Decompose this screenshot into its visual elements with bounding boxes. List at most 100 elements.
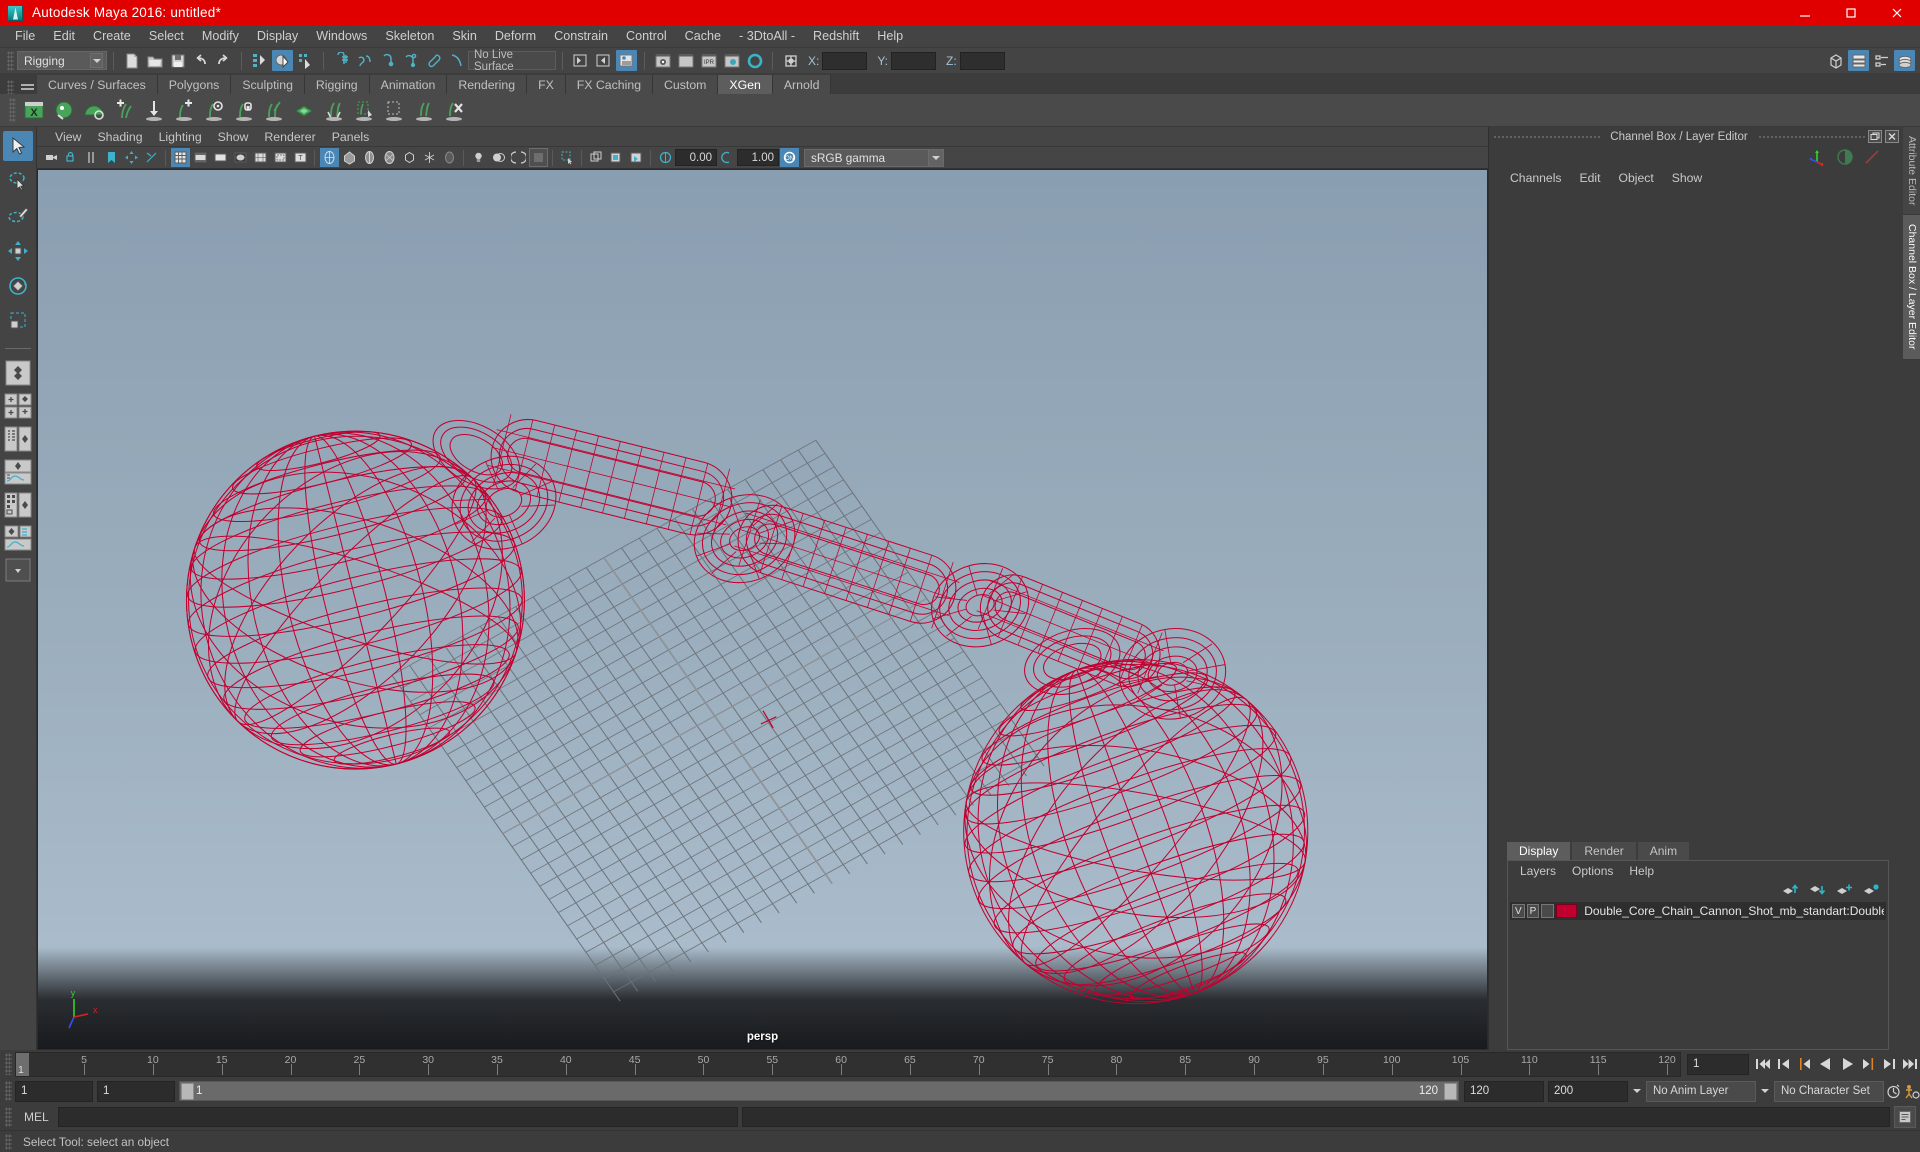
restore-panel-icon[interactable] bbox=[1868, 130, 1883, 143]
anim-layer-selector[interactable]: No Anim Layer bbox=[1646, 1080, 1756, 1102]
shelf-tab-arnold[interactable]: Arnold bbox=[772, 75, 832, 94]
menu-help[interactable]: Help bbox=[868, 27, 912, 45]
motion-blur-icon[interactable] bbox=[607, 148, 626, 167]
menu-cache[interactable]: Cache bbox=[676, 27, 730, 45]
shelf-tab-sculpting[interactable]: Sculpting bbox=[231, 75, 305, 94]
coord-z-input[interactable] bbox=[959, 51, 1005, 70]
menu-deform[interactable]: Deform bbox=[486, 27, 545, 45]
step-forward-frame-icon[interactable] bbox=[1858, 1053, 1878, 1075]
xgen-select-region-icon[interactable] bbox=[380, 96, 408, 124]
time-slider[interactable]: 1 5 10 15 20 25 30 35 40 45 50 55 60 65 70 75 80 85 90 95 1… bbox=[15, 1051, 1681, 1077]
safe-action-icon[interactable] bbox=[271, 148, 290, 167]
select-by-hierarchy-icon[interactable] bbox=[249, 50, 270, 71]
shelf-tab-custom[interactable]: Custom bbox=[653, 75, 719, 94]
xgen-clumping-icon[interactable] bbox=[230, 96, 258, 124]
menu-set-selector[interactable]: Rigging bbox=[17, 51, 107, 70]
viewport-menu-view[interactable]: View bbox=[47, 130, 89, 144]
film-gate-icon[interactable] bbox=[191, 148, 210, 167]
xgen-mask-icon[interactable] bbox=[350, 96, 378, 124]
script-editor-icon[interactable] bbox=[1894, 1106, 1916, 1128]
range-slider-grip[interactable] bbox=[5, 1081, 12, 1101]
layer-color-swatch[interactable] bbox=[1555, 904, 1578, 918]
redo-icon[interactable] bbox=[213, 50, 234, 71]
channel-box-content[interactable] bbox=[1489, 188, 1903, 841]
outliner-persp-layout[interactable] bbox=[3, 425, 33, 453]
layer-row[interactable]: V P Double_Core_Chain_Cannon_Shot_mb_sta… bbox=[1510, 902, 1886, 920]
menu-skeleton[interactable]: Skeleton bbox=[376, 27, 443, 45]
smooth-shade-all-icon[interactable] bbox=[340, 148, 359, 167]
statusline-grip[interactable] bbox=[7, 50, 14, 71]
step-back-key-icon[interactable] bbox=[1774, 1053, 1794, 1075]
menu-edit[interactable]: Edit bbox=[44, 27, 84, 45]
rotate-tool[interactable] bbox=[3, 271, 33, 301]
range-start-handle[interactable] bbox=[181, 1082, 194, 1100]
single-perspective-layout[interactable] bbox=[3, 359, 33, 387]
toggle-construction-history-icon[interactable] bbox=[780, 50, 801, 71]
chevron-down-icon[interactable] bbox=[1756, 1081, 1774, 1102]
menu-3dtoall[interactable]: - 3DtoAll - bbox=[730, 27, 804, 45]
layer-tab-anim[interactable]: Anim bbox=[1637, 842, 1690, 860]
channel-box-menu-edit[interactable]: Edit bbox=[1571, 171, 1610, 185]
select-camera-icon[interactable] bbox=[42, 148, 61, 167]
show-hide-attribute-editor-panel-icon[interactable] bbox=[1848, 50, 1869, 71]
command-output[interactable] bbox=[741, 1107, 1890, 1127]
xgen-preview-icon[interactable] bbox=[50, 96, 78, 124]
resolution-gate-icon[interactable] bbox=[211, 148, 230, 167]
render-settings-icon[interactable] bbox=[721, 50, 742, 71]
close-icon[interactable] bbox=[1874, 0, 1920, 25]
smooth-shade-selected-icon[interactable] bbox=[360, 148, 379, 167]
viewport-menu-renderer[interactable]: Renderer bbox=[256, 130, 323, 144]
select-by-object-icon[interactable] bbox=[272, 50, 293, 71]
ipr-render-icon[interactable]: IPR bbox=[698, 50, 719, 71]
coord-x-input[interactable] bbox=[822, 51, 868, 70]
new-layer-icon[interactable] bbox=[1836, 883, 1853, 897]
gamma-value[interactable]: 1.00 bbox=[737, 149, 779, 166]
xgen-description-icon[interactable] bbox=[80, 96, 108, 124]
menu-select[interactable]: Select bbox=[140, 27, 193, 45]
play-forwards-icon[interactable] bbox=[1837, 1053, 1857, 1075]
menu-skin[interactable]: Skin bbox=[443, 27, 486, 45]
vertical-tab-attribute-editor[interactable]: Attribute Editor bbox=[1903, 127, 1920, 216]
time-slider-grip[interactable] bbox=[5, 1053, 12, 1075]
help-line-grip[interactable] bbox=[5, 1133, 12, 1150]
save-scene-icon[interactable] bbox=[167, 50, 188, 71]
menu-redshift[interactable]: Redshift bbox=[804, 27, 868, 45]
viewport-menu-lighting[interactable]: Lighting bbox=[151, 130, 210, 144]
xray-icon[interactable] bbox=[440, 148, 459, 167]
animation-preferences-icon[interactable] bbox=[1902, 1081, 1920, 1102]
multisample-icon[interactable] bbox=[587, 148, 606, 167]
go-to-end-icon[interactable] bbox=[1900, 1053, 1920, 1075]
viewport-menu-show[interactable]: Show bbox=[210, 130, 257, 144]
layer-tab-display[interactable]: Display bbox=[1507, 842, 1571, 860]
layer-menu-layers[interactable]: Layers bbox=[1512, 864, 1564, 878]
xgen-noise-icon[interactable] bbox=[200, 96, 228, 124]
shelf-tab-curves-surfaces[interactable]: Curves / Surfaces bbox=[37, 75, 158, 94]
layer-playback-toggle[interactable]: P bbox=[1526, 904, 1540, 918]
xgen-sculpt-guides-icon[interactable] bbox=[140, 96, 168, 124]
snap-to-view-plane-icon[interactable] bbox=[423, 50, 444, 71]
move-tool[interactable] bbox=[3, 236, 33, 266]
playback-end-field[interactable]: 120 bbox=[1464, 1080, 1544, 1102]
exposure-icon[interactable] bbox=[656, 148, 675, 167]
shelf-tab-fx[interactable]: FX bbox=[527, 75, 566, 94]
viewport-menu-panels[interactable]: Panels bbox=[324, 130, 378, 144]
color-management-icon[interactable]: ON bbox=[779, 148, 799, 167]
close-panel-icon[interactable] bbox=[1885, 130, 1900, 143]
command-input[interactable] bbox=[57, 1107, 738, 1127]
channel-box-menu-object[interactable]: Object bbox=[1610, 171, 1663, 185]
use-default-lighting-icon[interactable] bbox=[469, 148, 488, 167]
xgen-density-icon[interactable] bbox=[290, 96, 318, 124]
2d-pan-zoom-icon[interactable] bbox=[122, 148, 141, 167]
use-all-lights-icon[interactable] bbox=[489, 148, 508, 167]
move-layer-up-icon[interactable] bbox=[1782, 883, 1799, 897]
shelf-tab-polygons[interactable]: Polygons bbox=[157, 75, 232, 94]
snap-to-projected-center-icon[interactable] bbox=[400, 50, 421, 71]
time-cursor[interactable]: 1 bbox=[16, 1052, 29, 1076]
four-view-layout[interactable] bbox=[3, 392, 33, 420]
layer-shading-toggle[interactable] bbox=[1541, 904, 1554, 918]
panel-drag-dots-right[interactable] bbox=[1757, 134, 1866, 139]
shelf-tab-animation[interactable]: Animation bbox=[369, 75, 448, 94]
xgen-groom-icon[interactable] bbox=[410, 96, 438, 124]
menu-file[interactable]: File bbox=[6, 27, 44, 45]
make-live-icon[interactable] bbox=[446, 50, 467, 71]
